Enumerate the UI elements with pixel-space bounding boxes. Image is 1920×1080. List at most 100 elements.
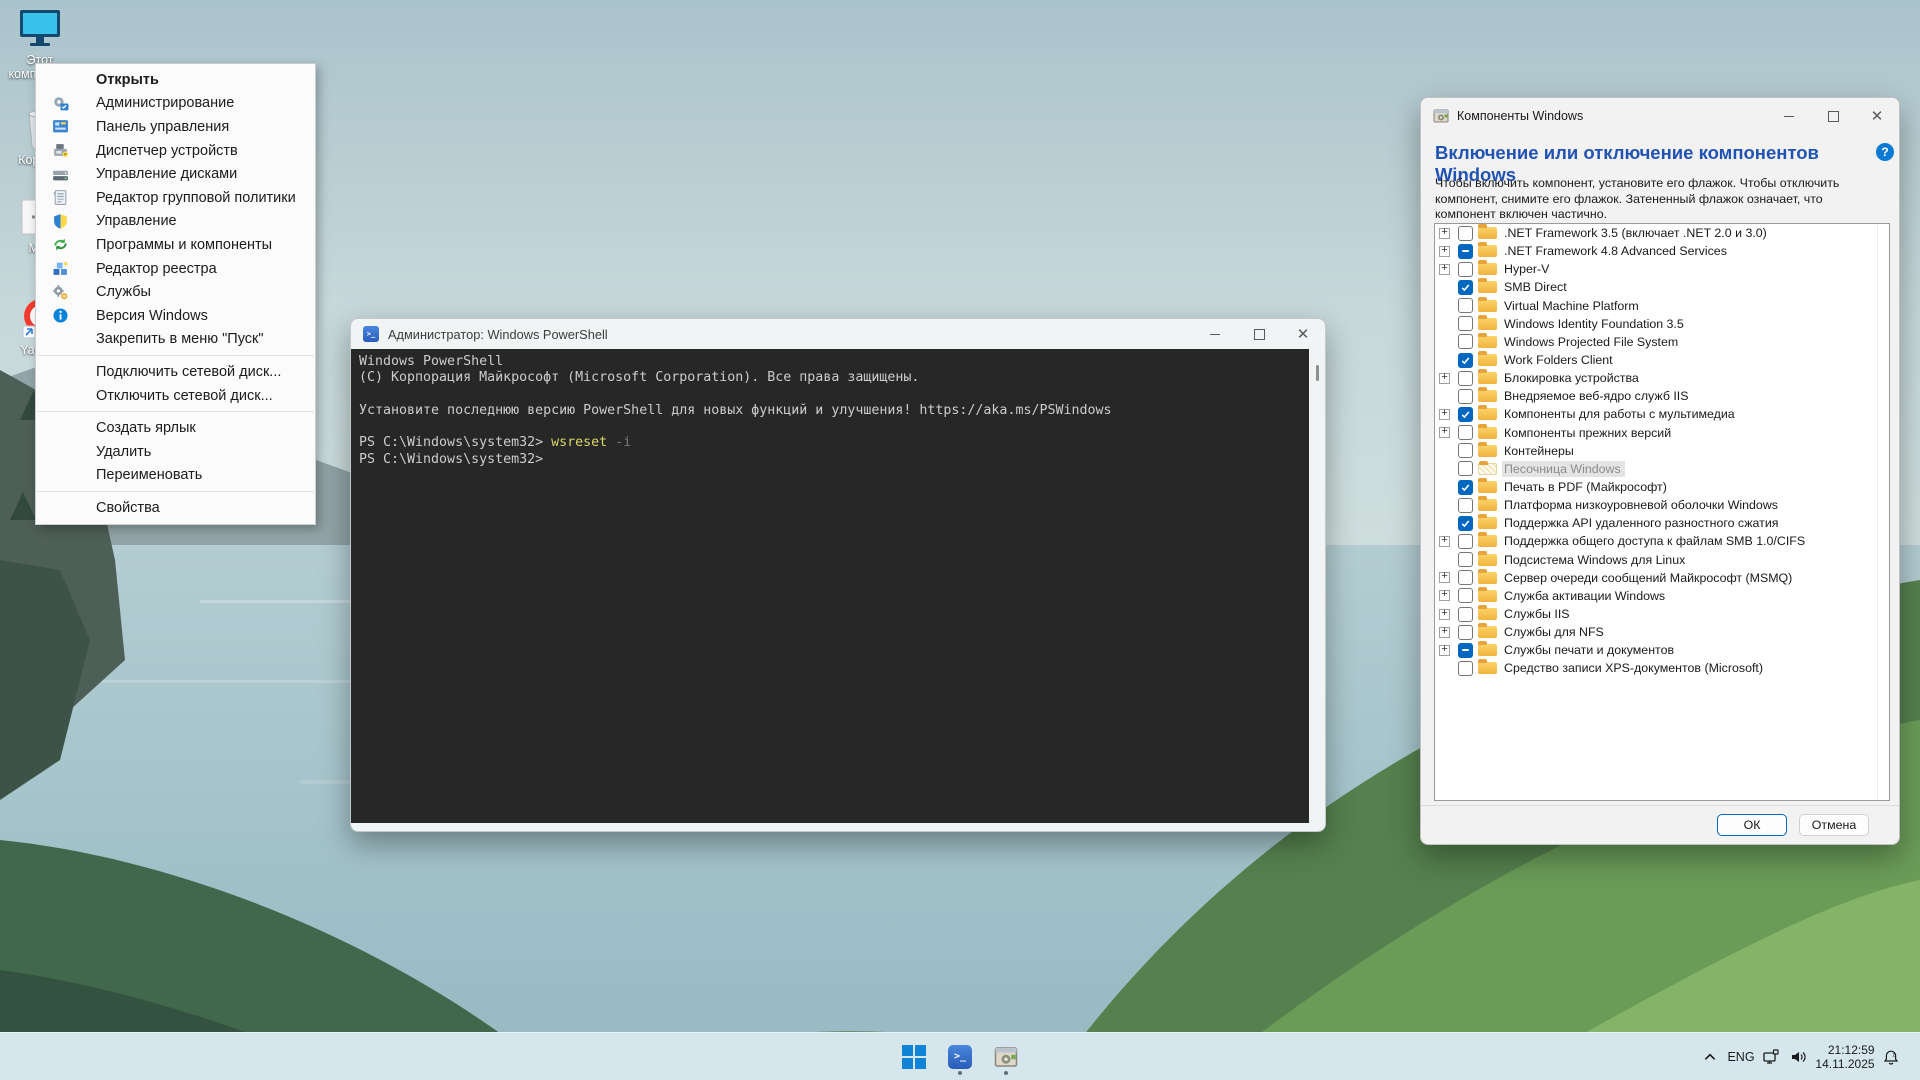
feature-row[interactable]: Контейнеры	[1435, 442, 1889, 460]
network-button[interactable]	[1758, 1037, 1784, 1077]
features-titlebar[interactable]: Компоненты Windows ✕	[1421, 98, 1899, 134]
menu-item-версия-windows[interactable]: Версия Windows	[36, 304, 315, 328]
feature-label[interactable]: .NET Framework 3.5 (включает .NET 2.0 и …	[1502, 225, 1771, 241]
feature-row[interactable]: Virtual Machine Platform	[1435, 297, 1889, 315]
menu-item-отключить-сетевой-диск-[interactable]: Отключить сетевой диск...	[36, 384, 315, 408]
feature-checkbox[interactable]	[1458, 625, 1473, 640]
powershell-titlebar[interactable]: >_ Администратор: Windows PowerShell ✕	[351, 319, 1325, 349]
feature-checkbox[interactable]	[1458, 316, 1473, 331]
menu-item-панель-управления[interactable]: Панель управления	[36, 115, 315, 139]
feature-row[interactable]: +Поддержка общего доступа к файлам SMB 1…	[1435, 532, 1889, 550]
menu-item-создать-ярлык[interactable]: Создать ярлык	[36, 416, 315, 440]
feature-label[interactable]: Печать в PDF (Майкрософт)	[1502, 479, 1671, 495]
feature-label[interactable]: Служба активации Windows	[1502, 588, 1669, 604]
feature-label[interactable]: Службы IIS	[1502, 606, 1574, 622]
feature-label[interactable]: SMB Direct	[1502, 279, 1571, 295]
feature-label[interactable]: Блокировка устройства	[1502, 370, 1643, 386]
feature-checkbox[interactable]	[1458, 480, 1473, 495]
feature-label[interactable]: Hyper-V	[1502, 261, 1553, 277]
expand-icon[interactable]: +	[1439, 373, 1450, 384]
feature-checkbox[interactable]	[1458, 298, 1473, 313]
expand-icon[interactable]: +	[1439, 264, 1450, 275]
feature-checkbox[interactable]	[1458, 643, 1473, 658]
notification-center-button[interactable]: z	[1878, 1037, 1904, 1077]
maximize-button[interactable]	[1811, 98, 1855, 134]
feature-checkbox[interactable]	[1458, 226, 1473, 241]
feature-row[interactable]: + Служба активации Windows	[1435, 587, 1889, 605]
feature-label[interactable]: Подсистема Windows для Linux	[1502, 552, 1689, 568]
feature-row[interactable]: SMB Direct	[1435, 278, 1889, 296]
feature-checkbox[interactable]	[1458, 552, 1473, 567]
feature-row[interactable]: Платформа низкоуровневой оболочки Window…	[1435, 496, 1889, 514]
menu-item-закрепить-в-меню-пуск-[interactable]: Закрепить в меню "Пуск"	[36, 328, 315, 352]
feature-label[interactable]: Службы для NFS	[1502, 624, 1608, 640]
close-button[interactable]: ✕	[1281, 319, 1325, 349]
feature-row[interactable]: Внедряемое веб-ядро служб IIS	[1435, 387, 1889, 405]
feature-label[interactable]: Службы печати и документов	[1502, 642, 1678, 658]
language-indicator[interactable]: ENG	[1724, 1037, 1758, 1077]
features-tree[interactable]: + .NET Framework 3.5 (включает .NET 2.0 и…	[1434, 223, 1890, 801]
minimize-button[interactable]	[1193, 319, 1237, 349]
feature-row[interactable]: + Службы для NFS	[1435, 623, 1889, 641]
menu-item-управление[interactable]: Управление	[36, 210, 315, 234]
feature-label[interactable]: Windows Projected File System	[1502, 334, 1682, 350]
feature-row[interactable]: Work Folders Client	[1435, 351, 1889, 369]
feature-checkbox[interactable]	[1458, 371, 1473, 386]
expand-icon[interactable]: +	[1439, 572, 1450, 583]
expand-icon[interactable]: +	[1439, 627, 1450, 638]
close-button[interactable]: ✕	[1855, 98, 1899, 134]
menu-item-службы[interactable]: Службы	[36, 280, 315, 304]
feature-row[interactable]: + Hyper-V	[1435, 260, 1889, 278]
taskbar-windows-features-button[interactable]	[986, 1037, 1026, 1077]
menu-item-администрирование[interactable]: Администрирование	[36, 92, 315, 116]
menu-item-управление-дисками[interactable]: Управление дисками	[36, 162, 315, 186]
feature-checkbox[interactable]	[1458, 461, 1473, 476]
feature-label[interactable]: Сервер очереди сообщений Майкрософт (MSM…	[1502, 570, 1796, 586]
menu-item-переименовать[interactable]: Переименовать	[36, 464, 315, 488]
feature-label[interactable]: Компоненты для работы с мультимедиа	[1502, 406, 1739, 422]
feature-checkbox[interactable]	[1458, 262, 1473, 277]
feature-row[interactable]: + Службы печати и документов	[1435, 641, 1889, 659]
feature-checkbox[interactable]	[1458, 607, 1473, 622]
taskbar-powershell-button[interactable]: >_	[940, 1037, 980, 1077]
feature-label[interactable]: Поддержка API удаленного разностного сжа…	[1502, 515, 1782, 531]
minimize-button[interactable]	[1767, 98, 1811, 134]
feature-row[interactable]: Песочница Windows	[1435, 460, 1889, 478]
expand-icon[interactable]: +	[1439, 228, 1450, 239]
feature-label[interactable]: .NET Framework 4.8 Advanced Services	[1502, 243, 1731, 259]
feature-checkbox[interactable]	[1458, 570, 1473, 585]
feature-row[interactable]: Подсистема Windows для Linux	[1435, 551, 1889, 569]
feature-label[interactable]: Песочница Windows	[1502, 461, 1625, 477]
feature-row[interactable]: + Блокировка устройства	[1435, 369, 1889, 387]
feature-checkbox[interactable]	[1458, 443, 1473, 458]
maximize-button[interactable]	[1237, 319, 1281, 349]
menu-item-подключить-сетевой-диск-[interactable]: Подключить сетевой диск...	[36, 360, 315, 384]
windows-features-dialog[interactable]: Компоненты Windows ✕ Включение или отклю…	[1420, 97, 1900, 845]
expand-icon[interactable]: +	[1439, 536, 1450, 547]
feature-checkbox[interactable]	[1458, 516, 1473, 531]
feature-row[interactable]: + Сервер очереди сообщений Майкрософт (MS…	[1435, 569, 1889, 587]
expand-icon[interactable]: +	[1439, 427, 1450, 438]
menu-item-свойства[interactable]: Свойства	[36, 496, 315, 520]
feature-label[interactable]: Внедряемое веб-ядро служб IIS	[1502, 388, 1693, 404]
feature-row[interactable]: Печать в PDF (Майкрософт)	[1435, 478, 1889, 496]
powershell-scrollbar-thumb[interactable]	[1316, 365, 1319, 381]
tray-chevron-button[interactable]	[1696, 1037, 1724, 1077]
powershell-scrollbar[interactable]	[1309, 349, 1325, 823]
menu-item-диспетчер-устройств[interactable]: Диспетчер устройств	[36, 139, 315, 163]
feature-label[interactable]: Средство записи XPS-документов (Microsof…	[1502, 660, 1767, 676]
feature-label[interactable]: Компоненты прежних версий	[1502, 425, 1675, 441]
menu-item-программы-и-компоненты[interactable]: Программы и компоненты	[36, 233, 315, 257]
feature-row[interactable]: Средство записи XPS-документов (Microsof…	[1435, 659, 1889, 677]
cancel-button[interactable]: Отмена	[1799, 814, 1869, 836]
menu-item-открыть[interactable]: Открыть	[36, 68, 315, 92]
help-icon[interactable]: ?	[1876, 143, 1894, 161]
feature-checkbox[interactable]	[1458, 425, 1473, 440]
expand-icon[interactable]: +	[1439, 645, 1450, 656]
feature-label[interactable]: Virtual Machine Platform	[1502, 298, 1643, 314]
start-button[interactable]	[894, 1037, 934, 1077]
feature-row[interactable]: +Компоненты для работы с мультимедиа	[1435, 405, 1889, 423]
expand-icon[interactable]: +	[1439, 590, 1450, 601]
feature-row[interactable]: +Службы IIS	[1435, 605, 1889, 623]
menu-item-редактор-реестра[interactable]: Редактор реестра	[36, 257, 315, 281]
